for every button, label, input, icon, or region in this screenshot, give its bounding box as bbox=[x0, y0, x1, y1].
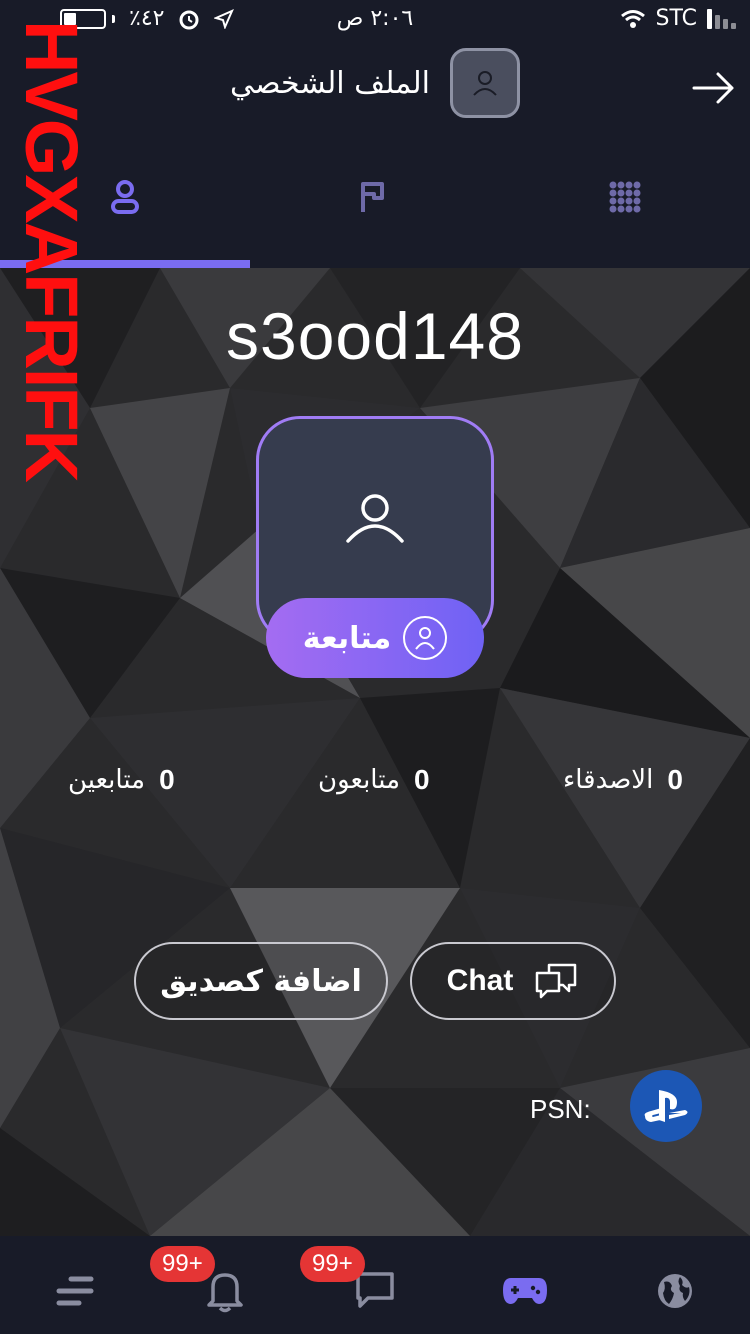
header: الملف الشخصي bbox=[0, 40, 750, 140]
username: s3ood148 bbox=[226, 299, 524, 373]
stat-friends[interactable]: الاصدقاء 0 bbox=[563, 764, 683, 796]
follow-button[interactable]: متابعة bbox=[266, 598, 484, 678]
profile-hero: s3ood148 متابعة متابعين 0 متابعون 0 الاص… bbox=[0, 268, 750, 1236]
profile-tabs bbox=[0, 140, 750, 268]
psn-label: PSN: bbox=[530, 1094, 591, 1124]
stat-following[interactable]: متابعون 0 bbox=[318, 764, 430, 796]
gamepad-icon bbox=[503, 1278, 547, 1304]
chat-label: Chat bbox=[446, 964, 514, 997]
stat-value: 0 bbox=[414, 764, 430, 795]
flag-icon bbox=[361, 182, 384, 212]
nav-menu[interactable] bbox=[50, 1266, 100, 1316]
wifi-icon bbox=[620, 9, 645, 28]
menu-icon bbox=[56, 1276, 94, 1306]
stat-label: متابعين bbox=[68, 765, 146, 795]
chat-bubbles-icon bbox=[536, 963, 577, 999]
notifications-badge: 99+ bbox=[150, 1246, 215, 1282]
bell-icon bbox=[207, 1273, 243, 1313]
active-tab-indicator bbox=[0, 260, 250, 268]
tab-grid[interactable] bbox=[500, 140, 750, 264]
status-right: STC bbox=[620, 6, 736, 31]
page-title: الملف الشخصي bbox=[230, 66, 430, 101]
nav-world[interactable] bbox=[650, 1266, 700, 1316]
status-bar: ٪٤٢ ٢:٠٦ ص STC bbox=[0, 0, 750, 40]
carrier: STC bbox=[655, 6, 697, 31]
chat-button[interactable]: Chat bbox=[410, 942, 616, 1020]
follow-user-icon bbox=[403, 616, 448, 660]
header-avatar[interactable] bbox=[450, 48, 520, 118]
stat-label: الاصدقاء bbox=[563, 765, 654, 795]
grid-icon bbox=[609, 181, 641, 213]
stat-value: 0 bbox=[667, 764, 683, 795]
tab-flag[interactable] bbox=[250, 140, 500, 264]
stat-followers[interactable]: متابعين 0 bbox=[68, 764, 175, 796]
signal-icon bbox=[707, 8, 736, 29]
nav-games[interactable] bbox=[500, 1266, 550, 1316]
messages-badge: 99+ bbox=[300, 1246, 365, 1282]
arrow-right-icon[interactable] bbox=[692, 70, 736, 106]
globe-icon bbox=[658, 1274, 692, 1308]
bottom-nav: 99+ 99+ bbox=[0, 1236, 750, 1334]
tab-profile[interactable] bbox=[0, 140, 250, 264]
stat-label: متابعون bbox=[318, 765, 400, 795]
message-icon bbox=[356, 1272, 394, 1308]
follow-label: متابعة bbox=[302, 620, 392, 656]
user-icon bbox=[111, 180, 139, 214]
stat-value: 0 bbox=[159, 764, 175, 795]
add-friend-button[interactable]: اضافة كصديق bbox=[134, 942, 388, 1020]
add-friend-label: اضافة كصديق bbox=[160, 963, 362, 999]
user-icon bbox=[473, 71, 497, 96]
user-icon bbox=[346, 494, 404, 543]
playstation-icon bbox=[630, 1070, 702, 1142]
